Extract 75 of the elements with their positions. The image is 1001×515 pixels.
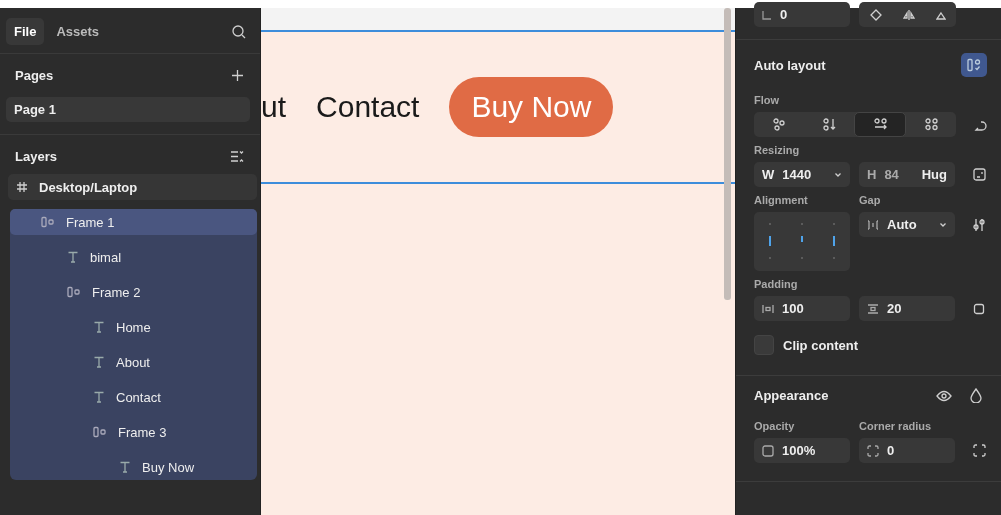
layer-item[interactable]: Home [10,314,257,340]
scrollbar[interactable] [724,8,731,300]
text-icon [93,391,105,403]
corner-radius-field[interactable]: 0 [859,438,955,463]
layer-item[interactable]: Frame 3 [10,419,257,445]
field-label: Opacity [754,420,796,432]
nav-link[interactable]: Contact [316,90,420,124]
section-title: Appearance [754,388,829,403]
resize-icon [972,168,986,181]
layer-item[interactable]: Frame 1 [10,209,257,235]
list-collapse-icon [230,150,244,163]
field-label: Padding [754,278,799,290]
panel-tab[interactable]: Assets [48,18,108,45]
ruler-icon [762,9,772,20]
nav-link[interactable]: ut [261,90,287,124]
field-label: Resizing [754,144,801,156]
text-icon [93,356,105,368]
gap-icon [867,219,879,230]
corners-icon [972,444,986,457]
frame-layout-icon [967,58,981,72]
search-button[interactable] [232,24,246,39]
layer-item[interactable]: Desktop/Laptop [8,174,257,200]
grid-dots-icon [924,118,938,131]
section-title: Auto layout [754,57,826,73]
text-icon [119,461,131,473]
field-label: Flow [754,94,781,106]
value-field[interactable]: 0 [754,2,850,27]
auto-layout-toggle[interactable] [961,53,987,77]
opacity-field[interactable]: 100% [754,438,850,463]
plus-icon [231,69,244,82]
corner-radius-icon [867,444,879,457]
text-icon [67,251,79,263]
flow-option[interactable] [854,112,906,137]
scattered-dots-icon [772,118,786,131]
field-label: Alignment [754,194,809,206]
horizontal-padding-icon [762,303,774,314]
chevron-down-icon [834,171,842,178]
layer-item[interactable]: About [10,349,257,375]
diamond-icon [869,8,882,21]
return-arrow-icon [973,118,987,131]
field-label: Corner radius [859,420,932,432]
horizontal-padding-field[interactable]: 100 [754,296,850,321]
vertical-padding-icon [867,303,879,314]
hash-icon [16,181,28,193]
drop-icon [970,388,982,403]
frame-layout-icon [67,286,81,298]
layer-item[interactable]: Contact [10,384,257,410]
add-page-button[interactable] [231,69,244,82]
vertical-flow-icon [822,118,836,131]
checkbox[interactable] [754,335,774,355]
text-icon [93,321,105,333]
layer-item[interactable]: bimal [10,244,257,270]
opacity-icon [762,444,774,457]
horizontal-flow-icon [873,118,887,131]
checkbox-label: Clip content [783,337,859,353]
section-title: Layers [15,149,57,164]
collapse-layers-button[interactable] [230,150,244,163]
frame-layout-icon [93,426,107,438]
layer-item[interactable]: Frame 2 [10,279,257,305]
sliders-icon [972,217,986,232]
page-item[interactable]: Page 1 [6,97,250,122]
vertical-padding-field[interactable]: 20 [859,296,955,321]
chevron-down-icon [939,221,947,228]
flip-icon [902,8,915,21]
square-icon [973,302,985,315]
search-icon [232,24,246,39]
frame-layout-icon [41,216,55,228]
gap-field[interactable]: Auto [859,212,955,237]
layer-item[interactable]: Buy Now [10,454,257,480]
width-field[interactable]: W 1440 [754,162,850,187]
height-field[interactable]: H 84 Hug [859,162,955,187]
section-title: Pages [15,68,54,83]
eye-icon [936,389,952,402]
field-label: Gap [859,194,882,206]
panel-tab[interactable]: File [6,18,45,45]
